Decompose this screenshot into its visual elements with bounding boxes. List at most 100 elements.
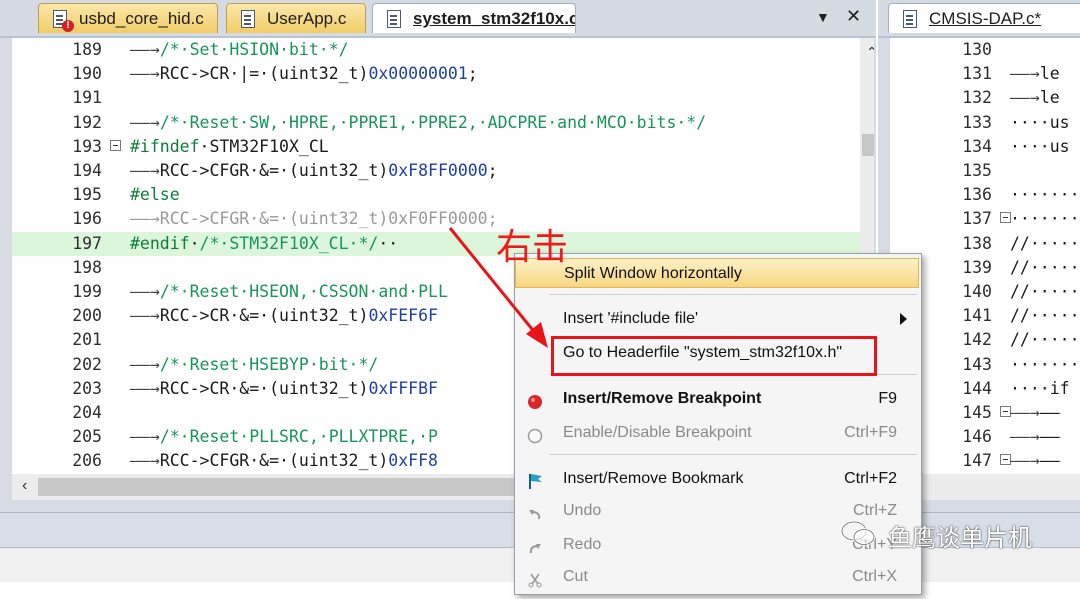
code-text: ······· [1010, 354, 1080, 374]
code-line[interactable]: 197 #endif·/*·STM32F10X_CL·*/·· [12, 231, 860, 256]
code-text: ——→/*·Reset·SW,·HPRE,·PPRE1,·PPRE2,·ADCP… [130, 112, 707, 132]
code-text: //····· [1010, 233, 1080, 253]
code-text: //····· [1010, 306, 1080, 326]
line-number: 130 [962, 40, 992, 59]
code-text: ——→RCC->CFGR·&=·(uint32_t)0xF8FF0000; [130, 161, 498, 180]
code-line[interactable]: 194 ——→RCC->CFGR·&=·(uint32_t)0xF8FF0000; [12, 159, 860, 183]
line-number: 137 [962, 209, 992, 229]
code-text: #endif·/*·STM32F10X_CL·*/·· [130, 233, 399, 253]
code-line[interactable]: 138 //····· [890, 232, 1080, 256]
scroll-left-icon[interactable]: ‹ [22, 477, 27, 495]
tab-usbd-core-hid[interactable]: usbd_core_hid.c [38, 3, 218, 33]
wechat-icon [840, 520, 876, 546]
line-number: 200 [72, 306, 102, 326]
c-file-error-icon [53, 10, 74, 32]
menu-item-label: Insert/Remove Breakpoint [563, 390, 762, 407]
menu-item-label: Split Window horizontally [564, 265, 742, 282]
code-line[interactable]: 192 ——→/*·Reset·SW,·HPRE,·PPRE1,·PPRE2,·A… [12, 111, 860, 135]
code-text: ——→/*·Reset·HSEBYP·bit·*/ [130, 354, 379, 374]
line-number: 202 [72, 354, 102, 374]
menu-item-label: Insert '#include file' [563, 310, 699, 327]
code-line[interactable]: 196 ——→RCC->CFGR·&=·(uint32_t)0xF0FF0000; [12, 207, 860, 231]
code-text: ——→/*·Reset·PLLSRC,·PLLXTPRE,·P [130, 427, 438, 447]
menu-item-label: Cut [563, 568, 588, 585]
code-text: ——→/*·Reset·HSEON,·CSSON·and·PLL [130, 282, 448, 301]
tab-system-stm32f10x[interactable]: system_stm32f10x.c [372, 3, 576, 33]
code-text: #else [130, 185, 180, 205]
code-text: //····· [1010, 257, 1080, 277]
menu-item-cut: Cut Ctrl+X [515, 562, 919, 592]
line-number: 197 [72, 233, 102, 253]
code-line[interactable]: 191 [12, 86, 860, 110]
tab-label: usbd_core_hid.c [79, 9, 204, 28]
menu-item-insert-remove-breakpoint[interactable]: Insert/Remove Breakpoint F9 [515, 384, 919, 414]
code-line[interactable]: 190 ——→RCC->CR·|=·(uint32_t)0x00000001; [12, 62, 860, 86]
menu-item-label: Insert/Remove Bookmark [563, 470, 744, 487]
line-number: 201 [72, 330, 102, 350]
line-number: 189 [72, 40, 102, 59]
annotation-label: 右击 [496, 227, 569, 268]
code-text: //····· [1010, 330, 1080, 350]
menu-item-shortcut: Ctrl+F2 [844, 470, 897, 487]
submenu-arrow-icon [900, 313, 907, 325]
menu-item-insert-remove-bookmark[interactable]: Insert/Remove Bookmark Ctrl+F2 [515, 464, 919, 494]
menu-item-shortcut: Ctrl+F9 [844, 424, 897, 441]
code-text: ······· [1010, 209, 1080, 229]
left-tab-bar: usbd_core_hid.c UserApp.c system_stm32f1… [0, 0, 876, 38]
code-line[interactable]: 132 ——→le [890, 86, 1080, 110]
menu-item-shortcut: F9 [878, 390, 897, 407]
line-number: 138 [962, 233, 992, 253]
fold-toggle-icon[interactable] [110, 139, 121, 151]
code-text: ——→RCC->CR·&=·(uint32_t)0xFFFBF [130, 378, 438, 398]
code-text: //····· [1010, 282, 1080, 301]
right-tab-bar: CMSIS-DAP.c* [878, 0, 1080, 38]
line-number: 195 [72, 185, 102, 205]
annotation-highlight-box [551, 336, 877, 376]
line-number: 196 [72, 209, 102, 229]
tab-label: UserApp.c [267, 9, 347, 28]
line-number: 205 [72, 427, 102, 447]
code-text: ····if [1010, 378, 1070, 398]
menu-item-insert-include-file[interactable]: Insert '#include file' [515, 304, 919, 334]
menu-separator [549, 454, 917, 455]
code-text: ——→RCC->CFGR·&=·(uint32_t)0xFF8 [130, 451, 438, 471]
scroll-up-icon[interactable]: ⌃ [866, 44, 874, 61]
code-line[interactable]: 195 #else [12, 183, 860, 207]
c-file-icon [387, 10, 401, 28]
scrollbar-thumb[interactable] [862, 134, 874, 156]
line-number: 192 [72, 112, 102, 132]
scrollbar-thumb[interactable] [38, 478, 518, 496]
watermark-text: 鱼鹰谈单片机 [888, 524, 1032, 552]
menu-item-shortcut: Ctrl+X [852, 568, 897, 585]
line-number: 199 [72, 282, 102, 301]
code-text: #ifndef·STM32F10X_CL [130, 136, 329, 156]
line-number: 134 [962, 136, 992, 156]
code-line[interactable]: 133 ····us [890, 111, 1080, 135]
line-number: 193 [72, 136, 102, 156]
line-number: 194 [72, 161, 102, 180]
tab-label: CMSIS-DAP.c* [929, 9, 1042, 28]
line-number: 132 [962, 88, 992, 108]
line-number: 203 [72, 378, 102, 398]
code-text: ······· [1010, 185, 1080, 205]
code-text: ····us [1010, 112, 1070, 132]
c-file-icon [903, 10, 917, 28]
line-number: 204 [72, 403, 102, 422]
code-line[interactable]: 137 ······· [890, 207, 1080, 231]
code-line[interactable]: 134 ····us [890, 135, 1080, 159]
code-line[interactable]: 131 ——→le [890, 62, 1080, 86]
code-line[interactable]: 189 ——→/*·Set·HSION·bit·*/ [12, 38, 860, 62]
code-line[interactable]: 136 ······· [890, 183, 1080, 207]
menu-item-split-window-horizontally[interactable]: Split Window horizontally [515, 258, 919, 288]
code-text: ——→—— [1010, 427, 1060, 447]
close-tab-icon[interactable]: ✕ [846, 6, 861, 27]
tab-userapp[interactable]: UserApp.c [226, 3, 366, 33]
code-line[interactable]: 193 #ifndef·STM32F10X_CL [12, 135, 860, 159]
undo-icon [527, 503, 543, 520]
redo-icon [527, 537, 543, 554]
tab-cmsis-dap[interactable]: CMSIS-DAP.c* [888, 3, 1080, 33]
code-line[interactable]: 130 [890, 38, 1080, 62]
tab-list-dropdown-icon[interactable]: ▼ [816, 9, 830, 25]
code-text: ····us [1010, 136, 1070, 156]
code-line[interactable]: 135 [890, 159, 1080, 183]
